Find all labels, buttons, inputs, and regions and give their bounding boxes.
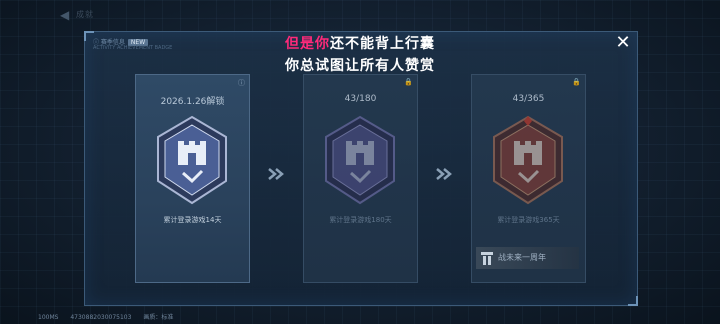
- ping-value: 100MS: [38, 314, 59, 321]
- card-head: 43/180: [344, 94, 377, 104]
- uid-value: 4730882030075103: [70, 314, 132, 321]
- castle-badge-icon: [493, 115, 563, 205]
- castle-badge-icon: [157, 115, 227, 205]
- page-title: 成就: [76, 10, 94, 19]
- lock-icon: 🔒: [404, 78, 413, 86]
- info-icon: ⓘ: [238, 79, 245, 87]
- card-foot: 累计登录游戏365天: [497, 216, 560, 224]
- anniversary-banner[interactable]: 战未来一周年: [476, 247, 579, 269]
- back-icon[interactable]: ◀: [60, 8, 74, 22]
- top-bar: ◀ 成就: [0, 0, 720, 30]
- card-foot: 累计登录游戏180天: [329, 216, 392, 224]
- subtitle-line-1: 但是你还不能背上行囊: [0, 33, 720, 53]
- card-foot: 累计登录游戏14天: [163, 216, 222, 224]
- subtitle-rest: 还不能背上行囊: [330, 36, 435, 52]
- subtitle-highlight: 但是你: [285, 36, 330, 52]
- double-chevron-right-icon: [268, 168, 284, 180]
- logo-icon: [481, 252, 493, 265]
- anniversary-text: 战未来一周年: [498, 253, 546, 262]
- badge-card-180-days[interactable]: 🔒 43/180 累计登录游戏180天: [303, 74, 418, 283]
- badge-card-14-days[interactable]: ⓘ 2026.1.26解锁 累计登录游戏14天: [135, 74, 250, 283]
- subtitle-line-2: 你总试图让所有人赞赏: [285, 58, 435, 74]
- quality-value: 画质：标准: [143, 314, 174, 321]
- status-bar: 100MS 4730882030075103 画质：标准: [38, 312, 183, 321]
- double-chevron-right-icon: [436, 168, 452, 180]
- card-head: 2026.1.26解锁: [160, 97, 225, 107]
- card-head: 43/365: [512, 94, 545, 104]
- castle-badge-icon: [325, 115, 395, 205]
- lock-icon: 🔒: [572, 78, 581, 86]
